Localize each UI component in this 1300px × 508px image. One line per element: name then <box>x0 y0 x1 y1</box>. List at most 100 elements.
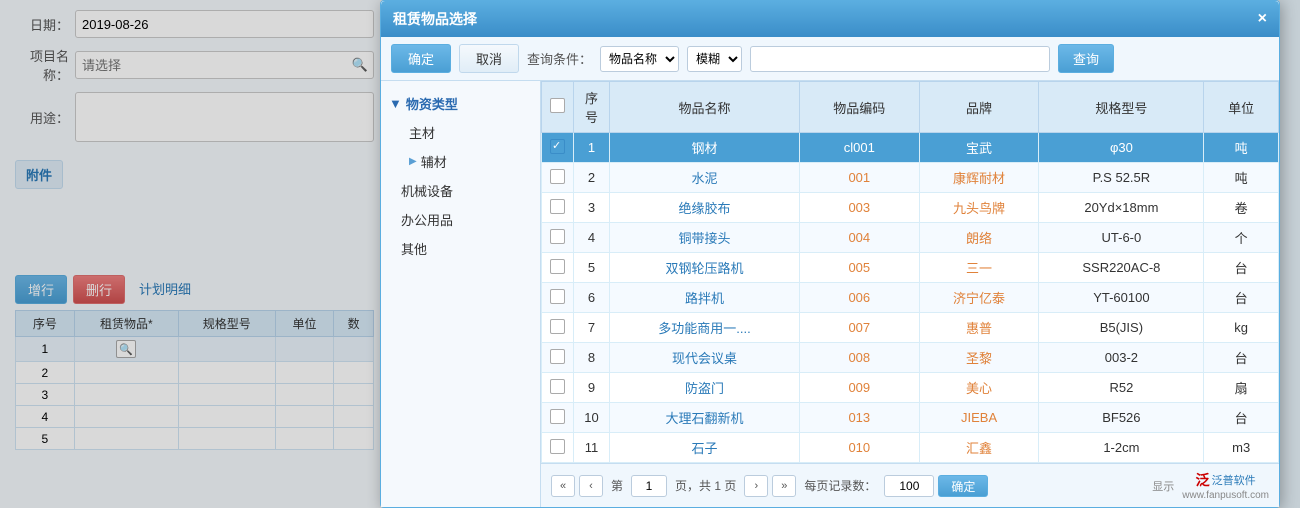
row-code: 008 <box>799 343 919 373</box>
row-checkbox-cell[interactable] <box>542 253 574 283</box>
modal-cancel-button[interactable]: 取消 <box>459 44 519 73</box>
row-brand: 汇鑫 <box>919 433 1039 463</box>
query-mode-select[interactable]: 模糊 精确 <box>687 46 742 72</box>
row-name[interactable]: 路拌机 <box>610 283 800 313</box>
tree-root-label: 物资类型 <box>406 94 458 113</box>
table-row[interactable]: 3绝缘胶布003九头鸟牌20Yd×18mm卷 <box>542 193 1279 223</box>
table-row[interactable]: 1钢材cl001宝武φ30吨 <box>542 133 1279 163</box>
modal-close-button[interactable]: × <box>1258 10 1267 28</box>
tree-item-primary[interactable]: 主材 <box>381 118 540 147</box>
row-checkbox-cell[interactable] <box>542 163 574 193</box>
table-row[interactable]: 2水泥001康辉耐材P.S 52.5R吨 <box>542 163 1279 193</box>
table-row[interactable]: 4铜带接头004朗络UT-6-0个 <box>542 223 1279 253</box>
row-checkbox-cell[interactable] <box>542 193 574 223</box>
table-row[interactable]: 10大理石翻新机013JIEBABF526台 <box>542 403 1279 433</box>
modal-confirm-button[interactable]: 确定 <box>391 44 451 73</box>
logo-icon: 泛 <box>1196 470 1210 490</box>
query-field-select[interactable]: 物品名称 物品编码 品牌 <box>600 46 679 72</box>
row-seq: 8 <box>574 343 610 373</box>
row-checkbox-cell[interactable] <box>542 433 574 463</box>
pagination: « ‹ 第 页，共 1 页 › » 每页记录数： 确定 显示 泛 泛普软件 <box>541 463 1279 507</box>
row-brand: 惠普 <box>919 313 1039 343</box>
row-spec: 1-2cm <box>1039 433 1204 463</box>
pagination-confirm-button[interactable]: 确定 <box>938 475 988 497</box>
next-page-button[interactable]: › <box>744 475 768 497</box>
tree-arrow-icon: ▶ <box>409 156 417 167</box>
row-checkbox[interactable] <box>550 379 565 394</box>
table-row[interactable]: 8现代会议桌008圣黎003-2台 <box>542 343 1279 373</box>
items-table: 序号 物品名称 物品编码 品牌 规格型号 单位 1钢材cl001宝武φ30吨2水… <box>541 81 1279 463</box>
table-row[interactable]: 11石子010汇鑫1-2cmm3 <box>542 433 1279 463</box>
row-spec: BF526 <box>1039 403 1204 433</box>
row-checkbox[interactable] <box>550 199 565 214</box>
row-name[interactable]: 绝缘胶布 <box>610 193 800 223</box>
row-checkbox[interactable] <box>550 349 565 364</box>
last-page-button[interactable]: » <box>772 475 796 497</box>
row-seq: 2 <box>574 163 610 193</box>
row-seq: 11 <box>574 433 610 463</box>
row-checkbox-cell[interactable] <box>542 343 574 373</box>
row-seq: 10 <box>574 403 610 433</box>
row-seq: 5 <box>574 253 610 283</box>
row-checkbox-cell[interactable] <box>542 373 574 403</box>
logo-url: www.fanpusoft.com <box>1182 490 1269 501</box>
records-per-page-input[interactable] <box>884 475 934 497</box>
prev-page-button[interactable]: ‹ <box>579 475 603 497</box>
tree-item-label: 其他 <box>401 239 427 258</box>
row-checkbox[interactable] <box>550 169 565 184</box>
display-text: 显示 <box>1152 478 1174 494</box>
row-checkbox-cell[interactable] <box>542 313 574 343</box>
row-name[interactable]: 多功能商用一.... <box>610 313 800 343</box>
row-brand: 九头鸟牌 <box>919 193 1039 223</box>
row-unit: kg <box>1204 313 1279 343</box>
row-unit: 吨 <box>1204 133 1279 163</box>
row-name[interactable]: 大理石翻新机 <box>610 403 800 433</box>
table-row[interactable]: 9防盗门009美心R52扇 <box>542 373 1279 403</box>
tree-item-other[interactable]: 其他 <box>381 234 540 263</box>
row-checkbox-cell[interactable] <box>542 133 574 163</box>
row-name[interactable]: 防盗门 <box>610 373 800 403</box>
row-name[interactable]: 水泥 <box>610 163 800 193</box>
row-checkbox[interactable] <box>550 139 565 154</box>
query-input[interactable] <box>750 46 1050 72</box>
tree-item-auxiliary[interactable]: ▶ 辅材 <box>381 147 540 176</box>
row-name[interactable]: 双钢轮压路机 <box>610 253 800 283</box>
col-brand-header: 品牌 <box>919 82 1039 133</box>
table-row[interactable]: 5双钢轮压路机005三一SSR220AC-8台 <box>542 253 1279 283</box>
row-seq: 1 <box>574 133 610 163</box>
header-checkbox[interactable] <box>550 98 565 113</box>
first-page-button[interactable]: « <box>551 475 575 497</box>
row-brand: JIEBA <box>919 403 1039 433</box>
table-row[interactable]: 6路拌机006济宁亿泰YT-60100台 <box>542 283 1279 313</box>
row-checkbox-cell[interactable] <box>542 403 574 433</box>
col-unit-header: 单位 <box>1204 82 1279 133</box>
row-name[interactable]: 钢材 <box>610 133 800 163</box>
row-checkbox[interactable] <box>550 439 565 454</box>
row-checkbox[interactable] <box>550 229 565 244</box>
row-code: 007 <box>799 313 919 343</box>
row-code: 004 <box>799 223 919 253</box>
row-checkbox[interactable] <box>550 409 565 424</box>
row-checkbox[interactable] <box>550 259 565 274</box>
row-checkbox[interactable] <box>550 289 565 304</box>
modal-header: 租赁物品选择 × <box>381 1 1279 37</box>
col-checkbox-header <box>542 82 574 133</box>
row-code: 006 <box>799 283 919 313</box>
tree-item-office[interactable]: 办公用品 <box>381 205 540 234</box>
table-row[interactable]: 7多功能商用一....007惠普B5(JIS)kg <box>542 313 1279 343</box>
current-page-input[interactable] <box>631 475 667 497</box>
row-unit: 个 <box>1204 223 1279 253</box>
rental-item-modal: 租赁物品选择 × 确定 取消 查询条件： 物品名称 物品编码 品牌 模糊 精确 … <box>380 0 1280 508</box>
tree-item-machinery[interactable]: 机械设备 <box>381 176 540 205</box>
query-button[interactable]: 查询 <box>1058 44 1114 73</box>
row-name[interactable]: 现代会议桌 <box>610 343 800 373</box>
row-name[interactable]: 铜带接头 <box>610 223 800 253</box>
query-condition-label: 查询条件： <box>527 49 592 68</box>
tree-root[interactable]: ▼ 物资类型 <box>381 89 540 118</box>
table-area: 序号 物品名称 物品编码 品牌 规格型号 单位 1钢材cl001宝武φ30吨2水… <box>541 81 1279 507</box>
row-checkbox-cell[interactable] <box>542 223 574 253</box>
row-checkbox-cell[interactable] <box>542 283 574 313</box>
row-checkbox[interactable] <box>550 319 565 334</box>
row-name[interactable]: 石子 <box>610 433 800 463</box>
row-unit: 台 <box>1204 403 1279 433</box>
